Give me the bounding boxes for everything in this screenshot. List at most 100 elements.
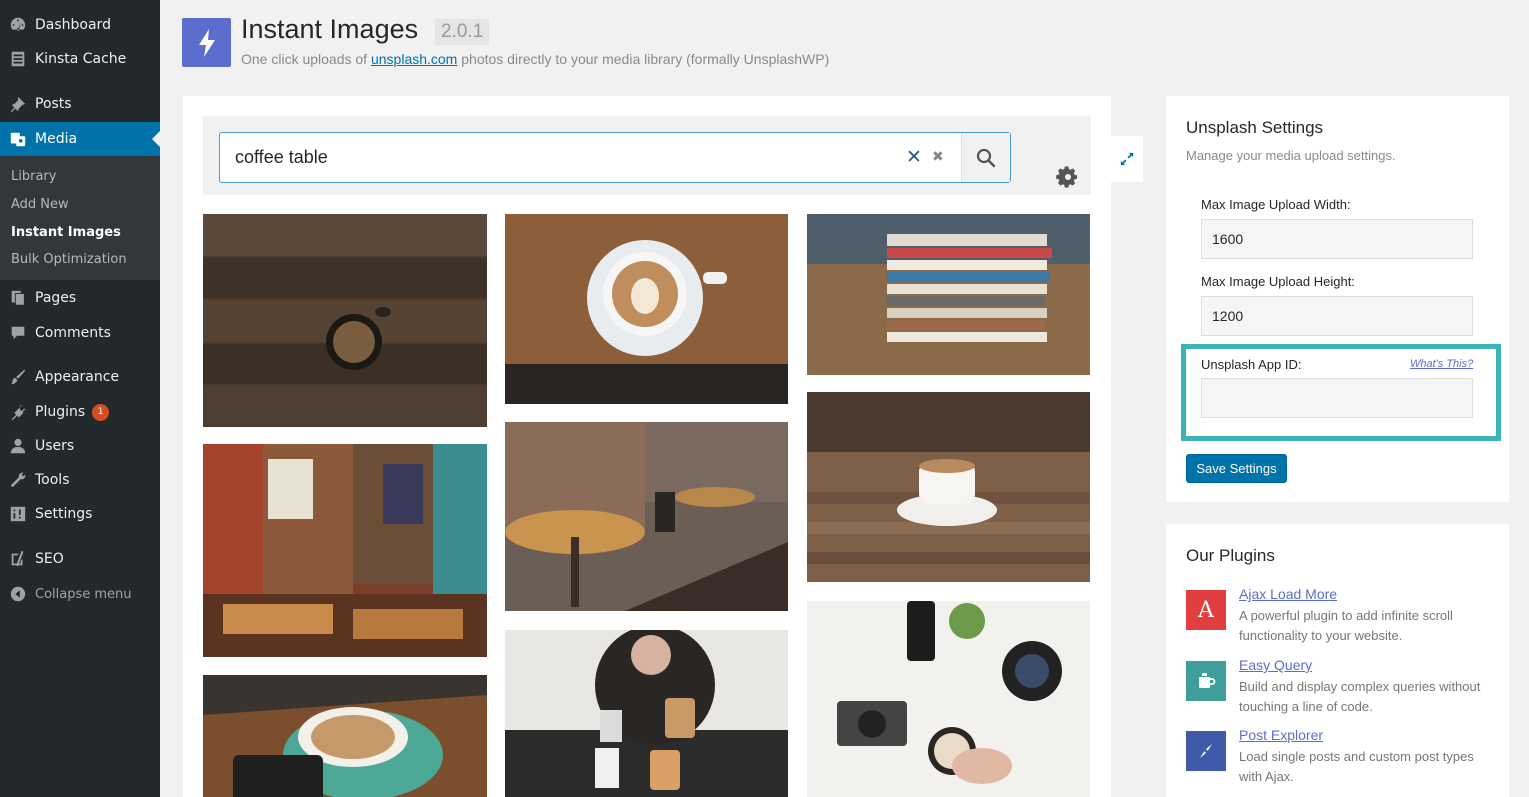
coffee-cup-icon [1186,661,1226,701]
sidebar-item-label: SEO [35,551,64,567]
photo-browser-panel: ✕ ✖ [183,96,1111,797]
plugin-item: A Ajax Load More A powerful plugin to ad… [1186,586,1496,646]
our-plugins-title: Our Plugins [1186,546,1275,565]
wrench-icon [0,471,35,489]
sidebar-item-kinsta-cache[interactable]: Kinsta Cache [0,42,160,76]
photo-result[interactable] [505,214,788,404]
sidebar-item-plugins[interactable]: Plugins 1 [0,395,160,429]
settings-description: Manage your media upload settings. [1186,148,1396,163]
submenu-item-bulk-optimization[interactable]: Bulk Optimization [11,252,127,267]
close-icon[interactable]: ✖ [932,149,944,165]
sidebar-item-appearance[interactable]: Appearance [0,360,160,394]
plugin-link-post-explorer[interactable]: Post Explorer [1239,727,1323,743]
photo-result[interactable] [505,630,788,797]
submenu-item-add-new[interactable]: Add New [11,197,69,212]
page-title: Instant Images [241,14,419,44]
sidebar-item-label: Users [35,438,75,454]
sidebar-item-settings[interactable]: Settings [0,497,160,531]
submenu-item-library[interactable]: Library [11,169,56,184]
sidebar-item-label: Dashboard [35,17,111,33]
dashboard-icon [0,16,35,34]
search-button[interactable] [961,133,1010,182]
ajax-load-more-icon: A [1186,590,1226,630]
sidebar-item-pages[interactable]: Pages [0,281,160,315]
photo-result[interactable] [203,675,487,797]
app-id-field[interactable] [1201,378,1473,418]
plugin-description: Build and display complex queries withou… [1239,679,1481,714]
app-id-label: Unsplash App ID: [1201,357,1302,372]
sidebar-item-label: Settings [35,506,93,522]
version-badge: 2.0.1 [435,19,490,45]
brush-icon [0,368,35,386]
user-icon [0,437,35,455]
plugin-item: Easy Query Build and display complex que… [1186,657,1496,717]
max-width-label: Max Image Upload Width: [1201,197,1351,212]
server-icon [0,50,35,68]
sidebar-item-label: Pages [35,290,77,306]
sidebar-item-label: Media [35,131,78,147]
plugin-update-badge: 1 [92,403,110,421]
sidebar-item-tools[interactable]: Tools [0,463,160,497]
expand-panel-button[interactable] [1111,136,1143,182]
collapse-menu-button[interactable]: Collapse menu [0,577,160,611]
comment-icon [0,324,35,342]
media-submenu: Library Add New Instant Images Bulk Opti… [0,156,160,280]
our-plugins-card: Our Plugins A Ajax Load More A powerful … [1166,524,1509,797]
plug-icon [0,403,35,421]
unsplash-link[interactable]: unsplash.com [371,51,457,67]
page-tagline: One click uploads of unsplash.com photos… [241,51,829,67]
submenu-item-instant-images[interactable]: Instant Images [11,225,121,240]
sidebar-item-users[interactable]: Users [0,429,160,463]
photo-result[interactable] [807,392,1090,582]
max-height-label: Max Image Upload Height: [1201,274,1355,289]
pushpin-icon [0,95,35,113]
plugin-description: A powerful plugin to add infinite scroll… [1239,608,1453,643]
photo-result[interactable] [505,422,788,611]
sidebar-item-label: Tools [35,472,70,488]
sidebar-item-posts[interactable]: Posts [0,87,160,121]
photo-result[interactable] [807,214,1090,375]
sidebar-item-comments[interactable]: Comments [0,316,160,350]
sidebar-item-label: Posts [35,96,72,112]
unsplash-settings-card: Unsplash Settings Manage your media uplo… [1166,96,1509,502]
media-icon [0,130,35,148]
plugin-item: Post Explorer Load single posts and cust… [1186,727,1496,787]
search-icon [976,148,996,167]
plugin-description: Load single posts and custom post types … [1239,749,1474,784]
max-height-field[interactable] [1201,296,1473,336]
tagline-text: photos directly to your media library (f… [457,51,830,67]
sidebar-item-label: Kinsta Cache [35,51,127,67]
save-settings-button[interactable]: Save Settings [1186,454,1287,483]
admin-sidebar: Dashboard Kinsta Cache Posts Media Libra… [0,0,160,797]
collapse-icon [0,585,35,603]
pages-icon [0,289,35,307]
sidebar-item-label: Plugins [35,404,86,420]
sidebar-item-label: Comments [35,325,111,341]
sidebar-item-media[interactable]: Media [0,122,160,156]
search-box: ✕ ✖ [219,132,1011,183]
tagline-text: One click uploads of [241,51,371,67]
photo-result[interactable] [203,214,487,427]
expand-icon [1120,152,1134,166]
sidebar-item-seo[interactable]: SEO [0,542,160,576]
collapse-label: Collapse menu [35,586,132,602]
photo-result[interactable] [807,601,1090,797]
active-indicator [152,131,160,147]
search-input[interactable] [220,133,880,182]
plugin-link-ajax-load-more[interactable]: Ajax Load More [1239,586,1337,602]
settings-title: Unsplash Settings [1186,118,1324,137]
compass-icon [1186,731,1226,771]
sidebar-item-label: Appearance [35,369,120,385]
whats-this-link[interactable]: What's This? [1410,358,1473,370]
search-bar: ✕ ✖ [203,116,1091,195]
sliders-icon [0,505,35,523]
sidebar-item-dashboard[interactable]: Dashboard [0,8,160,42]
plugin-link-easy-query[interactable]: Easy Query [1239,657,1312,673]
seo-icon [0,550,35,568]
instant-images-logo [182,18,231,67]
max-width-field[interactable] [1201,219,1473,259]
photo-result[interactable] [203,444,487,657]
clear-search-icon[interactable]: ✕ [906,146,922,168]
lightning-icon [198,28,215,57]
gear-icon[interactable] [1056,165,1080,189]
